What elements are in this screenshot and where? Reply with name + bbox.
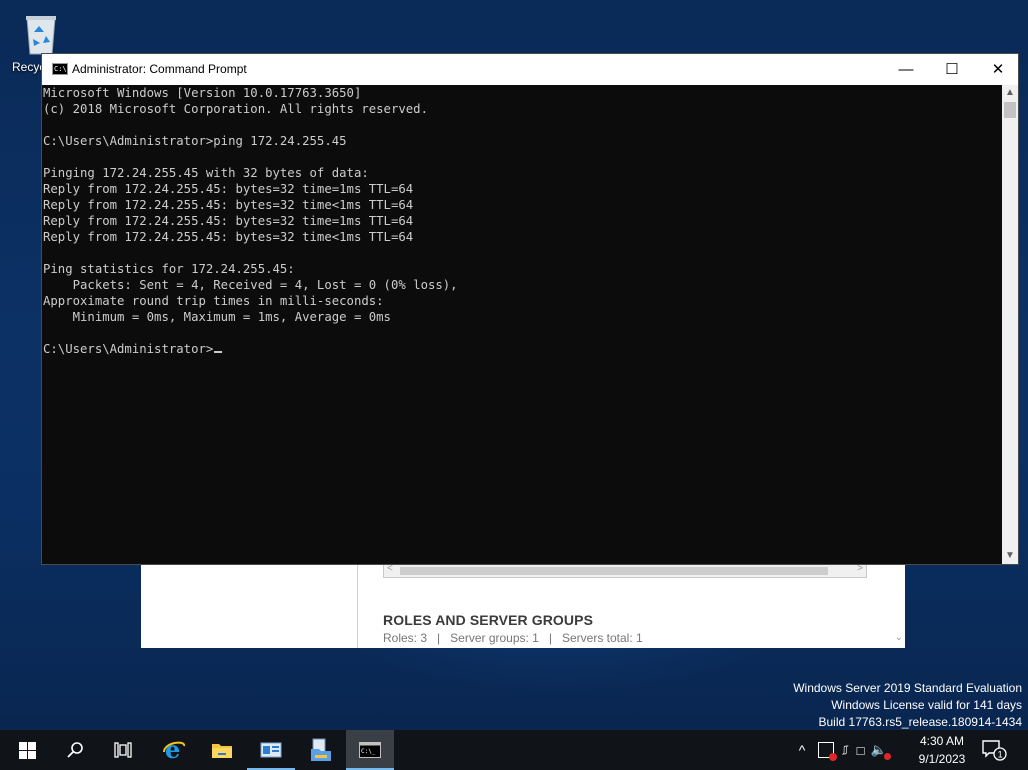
console-line: Approximate round trip times in milli-se… [43,294,384,308]
show-hidden-icons-icon[interactable]: ^ [794,742,810,758]
taskbar-command-prompt[interactable]: C:\_ [346,730,394,770]
scroll-down-icon[interactable]: ▼ [1002,548,1018,564]
volume-muted-icon[interactable]: 🔈 [871,742,891,760]
window-titlebar[interactable]: C:\ Administrator: Command Prompt — ☐ ✕ [42,54,1018,85]
watermark-build: Build 17763.rs5_release.180914-1434 [818,715,1023,729]
security-alert-icon[interactable] [818,742,837,761]
task-view-button[interactable] [99,730,147,770]
notification-count: 1 [998,750,1003,760]
window-title: Administrator: Command Prompt [72,62,247,76]
windows-watermark: Windows Server 2019 Standard Evaluation … [793,680,1022,731]
console-line: (c) 2018 Microsoft Corporation. All righ… [43,102,428,116]
chevron-down-icon[interactable]: ⌄ [895,632,903,643]
console-line: Reply from 172.24.255.45: bytes=32 time=… [43,182,414,196]
console-line: C:\Users\Administrator>ping 172.24.255.4… [43,134,347,148]
command-prompt-icon: C:\_ [359,742,381,758]
server-manager-icon [260,742,282,758]
minimize-button[interactable]: — [883,54,929,85]
svg-text:e: e [165,738,180,762]
console-line: C:\Users\Administrator> [43,341,1003,357]
console-line: Packets: Sent = 4, Received = 4, Lost = … [43,278,458,292]
clock[interactable]: 4:30 AM 9/1/2023 [912,732,972,768]
console-line: Minimum = 0ms, Maximum = 1ms, Average = … [43,310,391,324]
taskbar-file-explorer[interactable] [198,730,246,770]
folder-icon [212,744,232,758]
roles-summary: Roles: 3 | Server groups: 1 | Servers to… [383,631,643,645]
taskbar-server-manager[interactable] [247,730,295,770]
text-cursor [214,351,223,353]
console-line: Reply from 172.24.255.45: bytes=32 time=… [43,214,414,228]
console-line: Reply from 172.24.255.45: bytes=32 time<… [43,198,414,212]
console-line: Pinging 172.24.255.45 with 32 bytes of d… [43,166,369,180]
console-line: Ping statistics for 172.24.255.45: [43,262,295,276]
internet-explorer-icon: e [163,738,185,762]
desktop: Recyc < > ROLES AND SERVER GROUPS Roles:… [0,0,1028,730]
roles-section-title: ROLES AND SERVER GROUPS [383,612,594,628]
svg-text:C:\_: C:\_ [361,748,376,755]
server-manager-window[interactable]: < > ROLES AND SERVER GROUPS Roles: 3 | S… [141,560,905,648]
watermark-edition: Windows Server 2019 Standard Evaluation [793,681,1022,695]
action-center-button[interactable]: 1 [972,730,1016,770]
taskbar: e C:\_ ^ ⎎ □ 🔈 4:30 AM 9/1/2023 1 [0,730,1028,770]
recycle-bin-icon [26,16,56,55]
notification-icon: 1 [982,740,1007,761]
taskbar-internet-explorer[interactable]: e [150,730,198,770]
close-button[interactable]: ✕ [975,54,1021,85]
maximize-button[interactable]: ☐ [929,54,975,85]
clock-date: 9/1/2023 [918,752,966,766]
vertical-scrollbar[interactable]: ▲ ▼ [1002,85,1018,564]
scroll-thumb[interactable] [1004,102,1016,118]
start-button[interactable] [3,730,51,770]
windows-logo-icon [18,741,36,759]
system-tray: ^ ⎎ □ 🔈 [794,730,891,770]
taskbar-network-tool[interactable] [297,730,345,770]
cmd-app-icon[interactable]: C:\ [52,63,68,75]
server-manager-nav-pane [141,560,358,648]
search-button[interactable] [51,730,99,770]
console-line: Reply from 172.24.255.45: bytes=32 time<… [43,230,414,244]
console-output[interactable]: Microsoft Windows [Version 10.0.17763.36… [42,85,1003,564]
search-icon [67,742,83,758]
scroll-thumb[interactable] [400,567,828,575]
command-prompt-window[interactable]: C:\ Administrator: Command Prompt — ☐ ✕ … [41,53,1019,565]
task-view-icon [114,742,132,758]
network-icon[interactable]: □ [857,743,865,758]
console-line: Microsoft Windows [Version 10.0.17763.36… [43,86,362,100]
horizontal-scrollbar[interactable]: < > [383,563,867,578]
watermark-license: Windows License valid for 141 days [831,698,1022,712]
network-folder-icon [311,738,331,761]
scroll-up-icon[interactable]: ▲ [1002,85,1018,101]
power-icon[interactable]: ⎎ [842,742,849,758]
clock-time: 4:30 AM [919,734,965,748]
